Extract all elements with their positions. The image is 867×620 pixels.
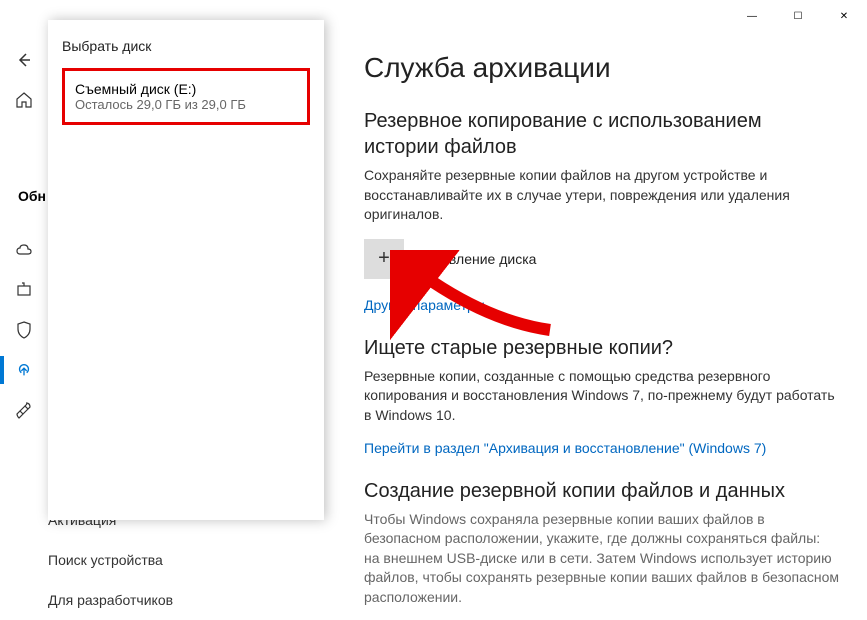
add-drive-button[interactable]: + xyxy=(364,239,404,279)
page-title: Служба архивации xyxy=(364,52,839,84)
win7-backup-link[interactable]: Перейти в раздел "Архивация и восстановл… xyxy=(364,440,766,456)
section-create-backup-title: Создание резервной копии файлов и данных xyxy=(364,478,839,504)
shield-icon[interactable] xyxy=(0,310,48,350)
section-old-backups-desc: Резервные копии, созданные с помощью сре… xyxy=(364,367,839,426)
annotation-highlight: Съемный диск (E:) Осталось 29,0 ГБ из 29… xyxy=(62,68,310,125)
add-drive-label: Добавление диска xyxy=(416,251,536,267)
section-file-history-desc: Сохраняйте резервные копии файлов на дру… xyxy=(364,166,839,225)
cloud-icon[interactable] xyxy=(0,230,48,270)
section-old-backups-title: Ищете старые резервные копии? xyxy=(364,335,839,361)
section-create-backup-desc: Чтобы Windows сохраняла резервные копии … xyxy=(364,510,839,608)
sidebar-item-label: Поиск устройства xyxy=(48,552,163,568)
sidebar-item-find-device[interactable]: Поиск устройства xyxy=(0,540,320,580)
minimize-button[interactable]: — xyxy=(729,0,775,32)
main-content: Служба архивации Резервное копирование с… xyxy=(340,32,867,620)
home-icon[interactable] xyxy=(0,80,48,120)
sidebar-item-label: Для разработчиков xyxy=(48,592,173,608)
drive-item[interactable]: Съемный диск (E:) Осталось 29,0 ГБ из 29… xyxy=(71,75,301,118)
sidebar-section-heading: Обн xyxy=(0,188,48,204)
section-file-history-title: Резервное копирование с использованием и… xyxy=(364,108,839,160)
maximize-button[interactable]: ☐ xyxy=(775,0,821,32)
sync-icon[interactable] xyxy=(0,350,48,390)
close-button[interactable]: ✕ xyxy=(821,0,867,32)
flyout-title: Выбрать диск xyxy=(62,38,310,54)
back-button[interactable] xyxy=(0,40,48,80)
troubleshoot-icon[interactable] xyxy=(0,390,48,430)
drive-free-space: Осталось 29,0 ГБ из 29,0 ГБ xyxy=(75,97,297,112)
more-options-link[interactable]: Другие параметры xyxy=(364,297,485,313)
drive-name: Съемный диск (E:) xyxy=(75,81,297,97)
sidebar-rail: На Обн xyxy=(0,32,48,620)
sidebar-item-developers[interactable]: Для разработчиков xyxy=(0,580,320,620)
select-drive-flyout: Выбрать диск Съемный диск (E:) Осталось … xyxy=(48,20,324,520)
delivery-icon[interactable] xyxy=(0,270,48,310)
